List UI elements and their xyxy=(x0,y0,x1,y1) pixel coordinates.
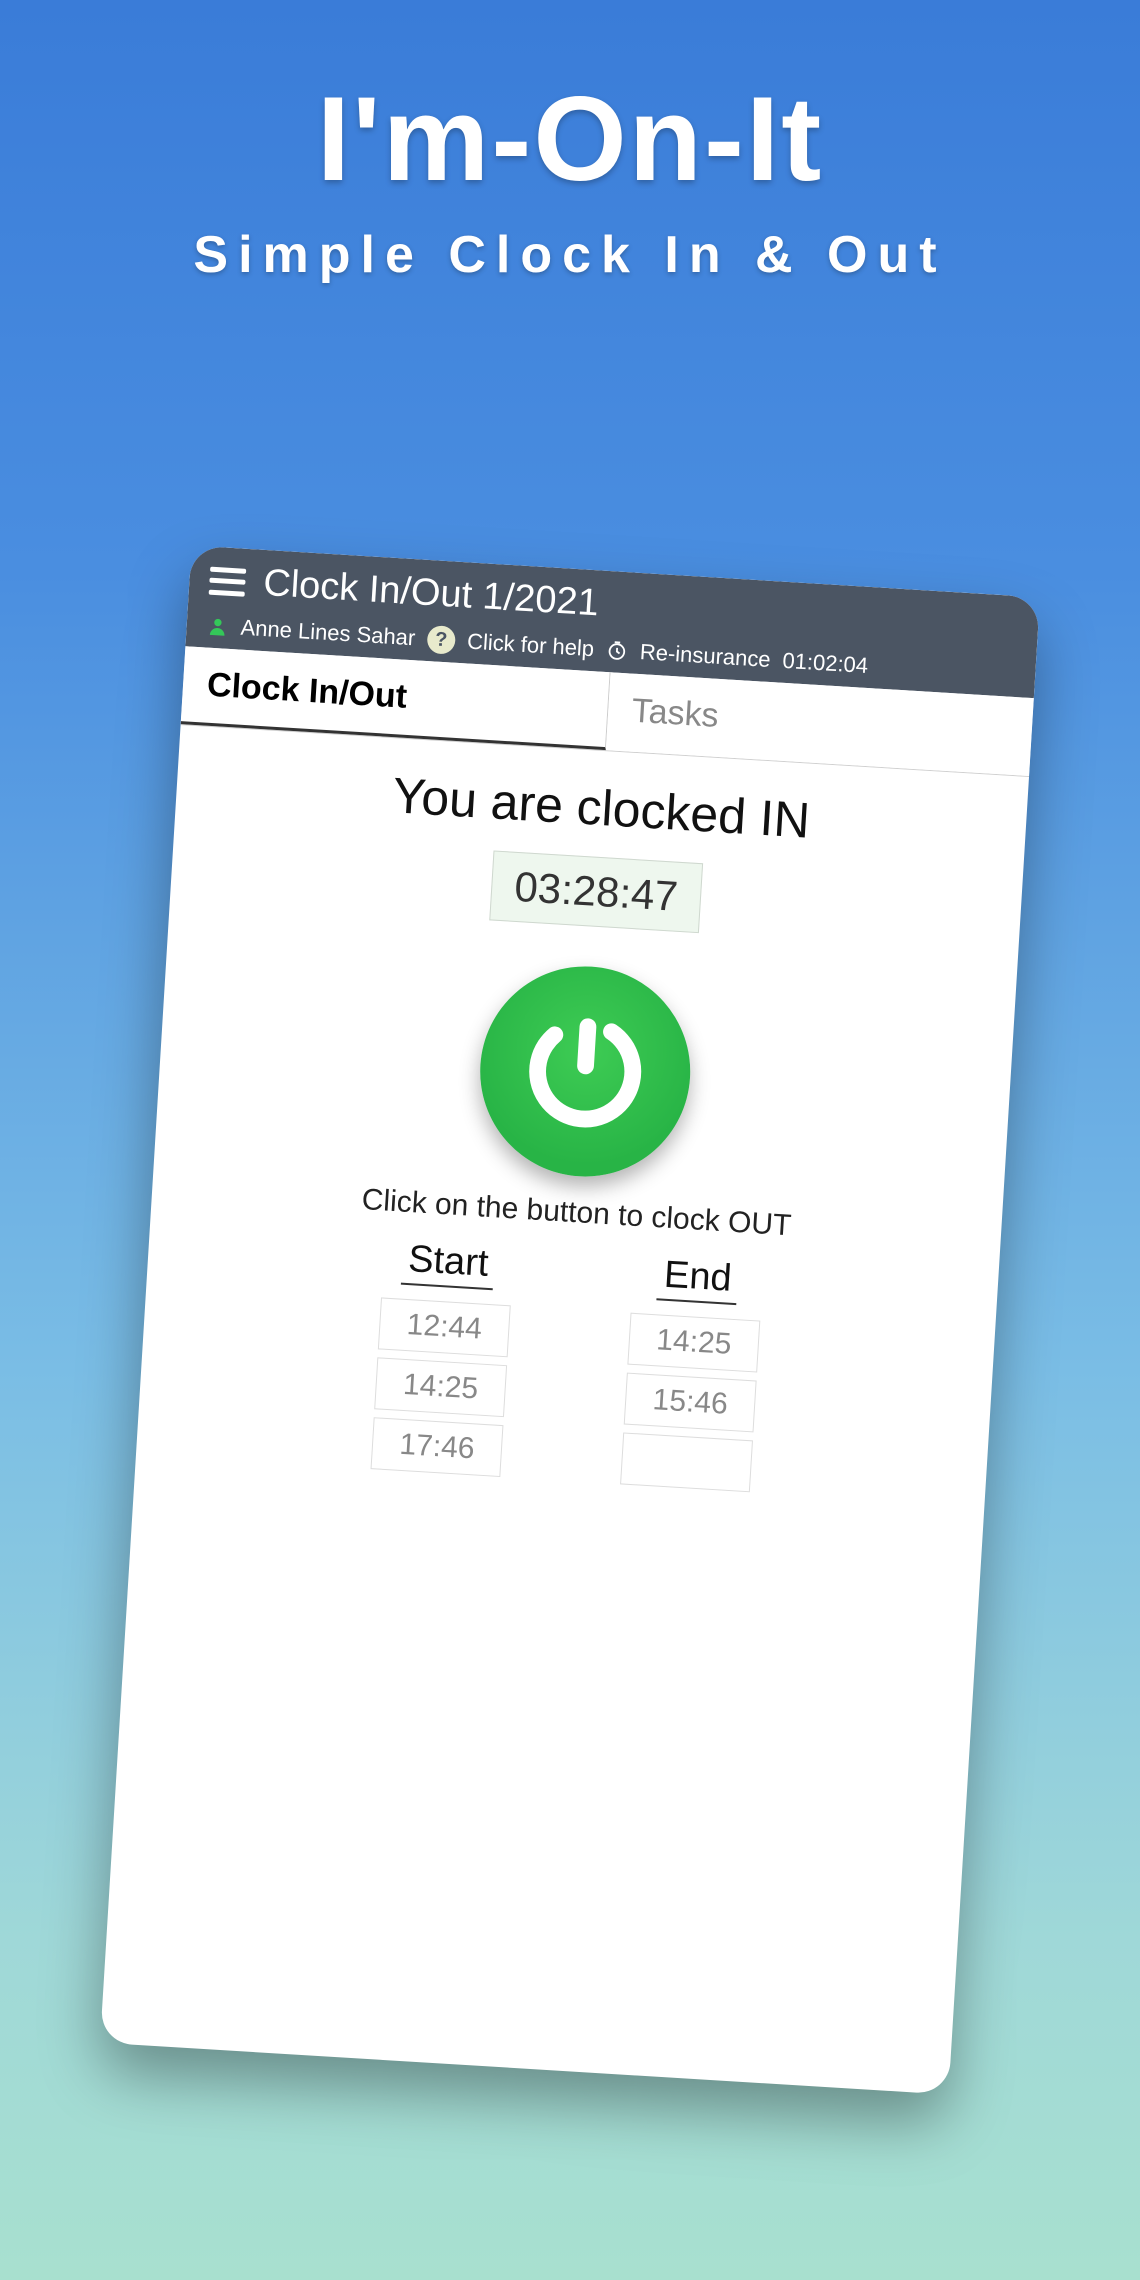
start-column-header: Start xyxy=(401,1238,496,1291)
app-screen: Clock In/Out 1/2021 Anne Lines Sahar ? C… xyxy=(100,545,1040,2094)
start-time-cell[interactable]: 17:46 xyxy=(371,1417,504,1477)
start-column: Start 12:44 14:25 17:46 xyxy=(371,1237,515,1478)
screen-title: Clock In/Out 1/2021 xyxy=(262,562,600,625)
power-icon xyxy=(511,997,659,1145)
user-name: Anne Lines Sahar xyxy=(240,615,416,652)
help-icon[interactable]: ? xyxy=(426,625,456,655)
end-column: End 14:25 15:46 xyxy=(620,1252,764,1493)
start-time-cell[interactable]: 12:44 xyxy=(378,1297,511,1357)
clock-icon xyxy=(605,639,628,662)
clock-status-text: You are clocked IN xyxy=(175,753,1027,863)
end-time-cell[interactable]: 14:25 xyxy=(627,1313,760,1373)
main-panel: You are clocked IN 03:28:47 Click on the… xyxy=(100,725,1029,2094)
marketing-title: I'm-On-It xyxy=(0,70,1140,208)
hamburger-menu-icon[interactable] xyxy=(209,566,247,596)
header-status-label: Re-insurance xyxy=(639,639,771,673)
time-log-grid: Start 12:44 14:25 17:46 End 14:25 15:46 xyxy=(136,1222,999,1506)
header-status-time: 01:02:04 xyxy=(782,648,869,679)
user-icon xyxy=(206,615,229,638)
end-time-cell[interactable]: 15:46 xyxy=(624,1373,757,1433)
clock-toggle-button[interactable] xyxy=(474,960,696,1182)
end-time-cell[interactable] xyxy=(620,1432,753,1492)
promo-background: I'm-On-It Simple Clock In & Out Clock In… xyxy=(0,0,1140,2280)
help-label[interactable]: Click for help xyxy=(466,628,595,662)
end-column-header: End xyxy=(657,1253,739,1305)
marketing-subtitle: Simple Clock In & Out xyxy=(0,225,1140,285)
start-time-cell[interactable]: 14:25 xyxy=(374,1357,507,1417)
elapsed-timer: 03:28:47 xyxy=(489,850,702,933)
